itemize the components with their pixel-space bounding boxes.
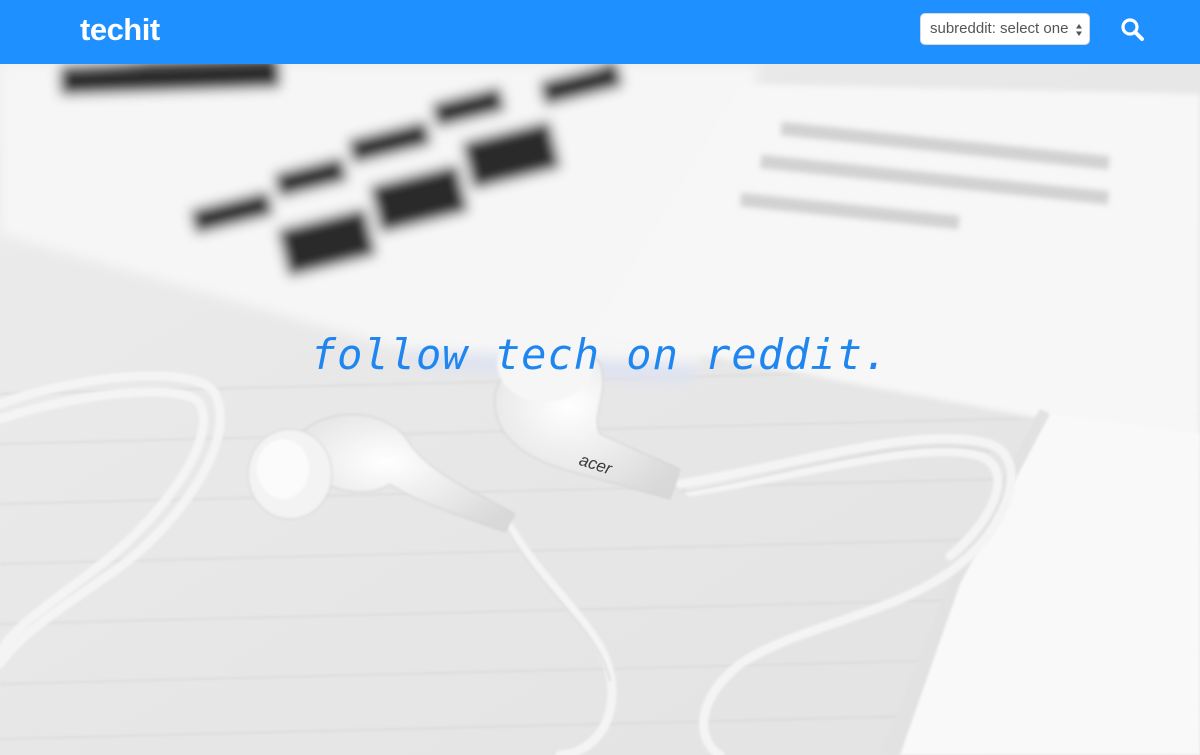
hero-background-image: acer: [0, 64, 1200, 755]
subreddit-select-value: subreddit: select one: [930, 20, 1069, 37]
page: techit subreddit: select one acer follow…: [0, 0, 1200, 755]
select-arrows-icon: [1076, 24, 1082, 36]
subreddit-select[interactable]: subreddit: select one: [920, 13, 1090, 45]
top-navbar: techit subreddit: select one: [0, 0, 1200, 64]
hero-tagline: follow tech on reddit.: [310, 330, 890, 379]
brand-logo[interactable]: techit: [80, 10, 160, 50]
hero-section: acer follow tech on reddit.: [0, 64, 1200, 755]
search-icon[interactable]: [1118, 15, 1148, 45]
